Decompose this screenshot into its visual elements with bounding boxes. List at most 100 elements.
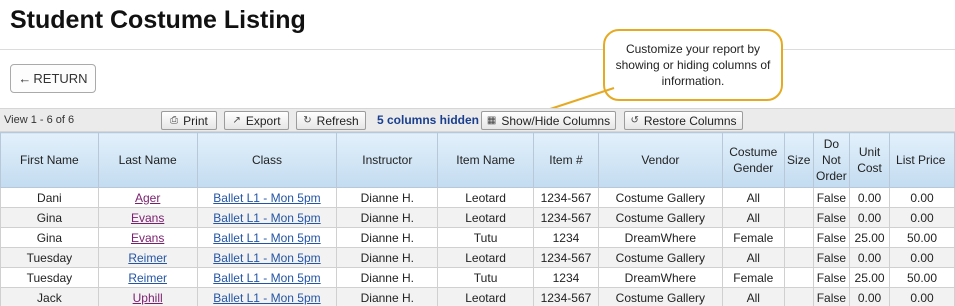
class-link[interactable]: Ballet L1 - Mon 5pm bbox=[213, 191, 320, 205]
cell-item-number: 1234-567 bbox=[532, 187, 599, 208]
refresh-icon: ↻ bbox=[303, 115, 312, 126]
columns-icon: ▦ bbox=[486, 115, 497, 126]
table-header-row: First Name Last Name Class Instructor It… bbox=[0, 132, 955, 188]
cell-item-name: Tutu bbox=[437, 267, 534, 288]
cell-first-name: Gina bbox=[0, 227, 99, 248]
cell-gender: All bbox=[721, 187, 785, 208]
student-link[interactable]: Ager bbox=[135, 191, 160, 205]
cell-class: Ballet L1 - Mon 5pm bbox=[196, 287, 338, 306]
cell-vendor: Costume Gallery bbox=[597, 207, 723, 228]
cell-unit-cost: 0.00 bbox=[849, 247, 891, 268]
cell-do-not-order: False bbox=[812, 287, 851, 306]
column-header-do-not-order[interactable]: Do Not Order bbox=[812, 132, 851, 188]
cell-item-number: 1234-567 bbox=[532, 207, 599, 228]
cell-item-number: 1234 bbox=[532, 267, 599, 288]
print-label: Print bbox=[183, 113, 208, 128]
column-header-item-number[interactable]: Item # bbox=[532, 132, 599, 188]
title-divider bbox=[0, 49, 955, 50]
cell-class: Ballet L1 - Mon 5pm bbox=[196, 187, 338, 208]
table-row: Gina Evans Ballet L1 - Mon 5pm Dianne H.… bbox=[0, 207, 955, 228]
cell-list-price: 0.00 bbox=[889, 207, 955, 228]
student-link[interactable]: Evans bbox=[131, 231, 164, 245]
cell-last-name: Reimer bbox=[97, 267, 198, 288]
show-hide-label[interactable]: Show/Hide Columns bbox=[501, 114, 610, 128]
restore-label: Restore Columns bbox=[643, 113, 737, 128]
cell-first-name: Gina bbox=[0, 207, 99, 228]
column-header-unit-cost[interactable]: Unit Cost bbox=[849, 132, 891, 188]
printer-icon: ⎙ bbox=[170, 115, 179, 126]
cell-unit-cost: 0.00 bbox=[849, 207, 891, 228]
grid-toolbar: View 1 - 6 of 6 ⎙ Print ↗ Export ↻ Refre… bbox=[0, 108, 955, 132]
cell-first-name: Tuesday bbox=[0, 267, 99, 288]
export-icon: ↗ bbox=[232, 115, 241, 126]
cell-gender: All bbox=[721, 207, 785, 228]
class-link[interactable]: Ballet L1 - Mon 5pm bbox=[213, 291, 320, 305]
class-link[interactable]: Ballet L1 - Mon 5pm bbox=[213, 211, 320, 225]
cell-vendor: DreamWhere bbox=[597, 227, 723, 248]
column-header-last-name[interactable]: Last Name bbox=[97, 132, 198, 188]
class-link[interactable]: Ballet L1 - Mon 5pm bbox=[213, 251, 320, 265]
cell-instructor: Dianne H. bbox=[336, 227, 439, 248]
cell-item-name: Leotard bbox=[437, 287, 534, 306]
cell-last-name: Reimer bbox=[97, 247, 198, 268]
view-count: View 1 - 6 of 6 bbox=[4, 114, 75, 126]
cell-gender: Female bbox=[721, 227, 785, 248]
student-link[interactable]: Reimer bbox=[128, 251, 167, 265]
cell-first-name: Dani bbox=[0, 187, 99, 208]
cell-size bbox=[783, 267, 814, 288]
cell-unit-cost: 25.00 bbox=[849, 267, 891, 288]
column-header-instructor[interactable]: Instructor bbox=[336, 132, 439, 188]
column-header-class[interactable]: Class bbox=[196, 132, 338, 188]
column-header-item-name[interactable]: Item Name bbox=[437, 132, 534, 188]
cell-last-name: Ager bbox=[97, 187, 198, 208]
cell-do-not-order: False bbox=[812, 207, 851, 228]
column-header-list-price[interactable]: List Price bbox=[889, 132, 955, 188]
table-row: Tuesday Reimer Ballet L1 - Mon 5pm Diann… bbox=[0, 247, 955, 268]
return-button[interactable]: ← RETURN bbox=[10, 64, 96, 93]
cell-item-number: 1234-567 bbox=[532, 247, 599, 268]
cell-unit-cost: 0.00 bbox=[849, 287, 891, 306]
page-title: Student Costume Listing bbox=[10, 6, 306, 34]
hidden-columns-indicator: 5 columns hidden bbox=[377, 113, 480, 127]
cell-list-price: 50.00 bbox=[889, 267, 955, 288]
cell-vendor: DreamWhere bbox=[597, 267, 723, 288]
return-label: RETURN bbox=[33, 71, 88, 86]
restore-columns-button[interactable]: ↺ Restore Columns bbox=[624, 111, 743, 130]
cell-list-price: 0.00 bbox=[889, 287, 955, 306]
table-row: Dani Ager Ballet L1 - Mon 5pm Dianne H. … bbox=[0, 187, 955, 208]
cell-size bbox=[783, 207, 814, 228]
cell-size bbox=[783, 287, 814, 306]
cell-unit-cost: 0.00 bbox=[849, 187, 891, 208]
column-header-first-name[interactable]: First Name bbox=[0, 132, 99, 188]
cell-last-name: Evans bbox=[97, 227, 198, 248]
cell-size bbox=[783, 187, 814, 208]
column-header-vendor[interactable]: Vendor bbox=[597, 132, 723, 188]
table-row: Tuesday Reimer Ballet L1 - Mon 5pm Diann… bbox=[0, 267, 955, 288]
export-button[interactable]: ↗ Export bbox=[224, 111, 289, 130]
student-link[interactable]: Reimer bbox=[128, 271, 167, 285]
cell-class: Ballet L1 - Mon 5pm bbox=[196, 247, 338, 268]
cell-size bbox=[783, 247, 814, 268]
column-header-size[interactable]: Size bbox=[783, 132, 814, 188]
cell-first-name: Jack bbox=[0, 287, 99, 306]
column-header-costume-gender[interactable]: Costume Gender bbox=[721, 132, 785, 188]
cell-list-price: 0.00 bbox=[889, 247, 955, 268]
cell-item-name: Leotard bbox=[437, 187, 534, 208]
cell-list-price: 0.00 bbox=[889, 187, 955, 208]
student-link[interactable]: Uphill bbox=[133, 291, 163, 305]
cell-item-number: 1234-567 bbox=[532, 287, 599, 306]
cell-do-not-order: False bbox=[812, 227, 851, 248]
cell-gender: Female bbox=[721, 267, 785, 288]
cell-do-not-order: False bbox=[812, 247, 851, 268]
table-row: Gina Evans Ballet L1 - Mon 5pm Dianne H.… bbox=[0, 227, 955, 248]
cell-class: Ballet L1 - Mon 5pm bbox=[196, 267, 338, 288]
class-link[interactable]: Ballet L1 - Mon 5pm bbox=[213, 271, 320, 285]
class-link[interactable]: Ballet L1 - Mon 5pm bbox=[213, 231, 320, 245]
callout-text: Customize your report by showing or hidi… bbox=[615, 42, 771, 88]
cell-vendor: Costume Gallery bbox=[597, 247, 723, 268]
refresh-button[interactable]: ↻ Refresh bbox=[296, 111, 366, 130]
cell-item-name: Leotard bbox=[437, 247, 534, 268]
show-hide-columns-button[interactable]: ▦ Show/Hide Columns bbox=[481, 111, 616, 130]
print-button[interactable]: ⎙ Print bbox=[161, 111, 217, 130]
student-link[interactable]: Evans bbox=[131, 211, 164, 225]
